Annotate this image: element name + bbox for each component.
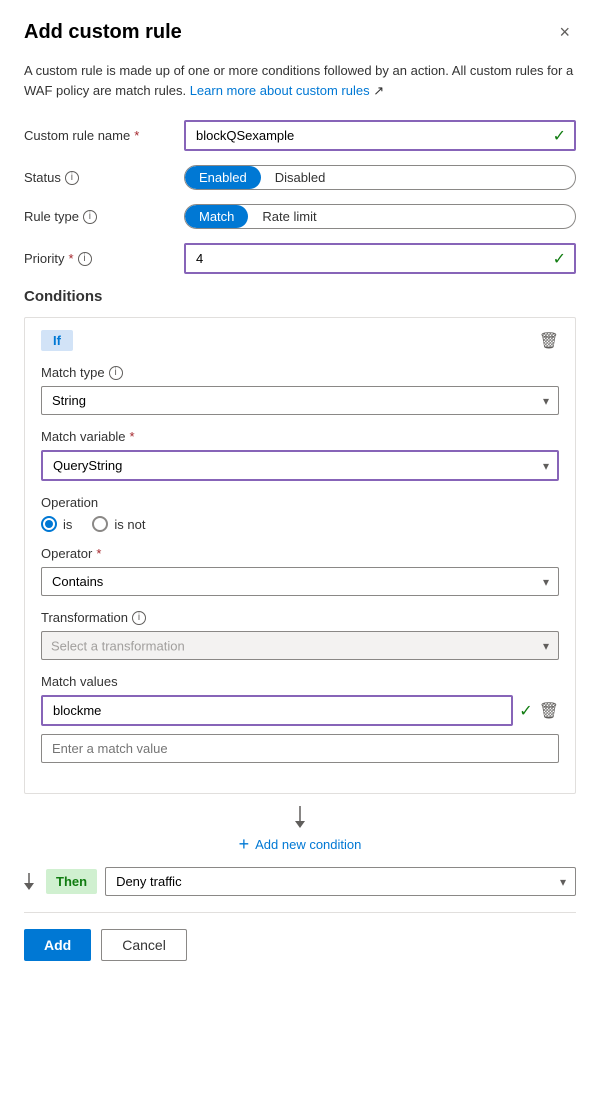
cancel-button[interactable]: Cancel [101, 929, 187, 961]
close-button[interactable]: × [553, 20, 576, 45]
priority-required-star: * [68, 251, 73, 266]
match-value-input-1[interactable] [41, 695, 513, 726]
then-action-dropdown-wrapper: Deny traffic ▾ [105, 867, 576, 896]
transformation-dropdown-wrapper: ▾ Select a transformation [41, 631, 559, 660]
description-text: A custom rule is made up of one or more … [24, 61, 576, 100]
operation-label: Operation [41, 495, 559, 510]
operation-group: Operation is is not [41, 495, 559, 532]
priority-control: ✓ [184, 243, 576, 274]
status-enabled-button[interactable]: Enabled [185, 166, 261, 189]
add-condition-row[interactable]: + Add new condition [24, 806, 576, 855]
transformation-label: Transformation i [41, 610, 559, 625]
add-button[interactable]: Add [24, 929, 91, 961]
match-type-info-icon[interactable]: i [109, 366, 123, 380]
match-type-dropdown[interactable]: String [41, 386, 559, 415]
status-toggle-group: Enabled Disabled [184, 165, 576, 190]
status-control: Enabled Disabled [184, 165, 576, 190]
operation-is-option[interactable]: is [41, 516, 72, 532]
custom-rule-name-label: Custom rule name * [24, 128, 184, 143]
priority-check-icon: ✓ [553, 249, 566, 269]
operation-is-not-radio[interactable] [92, 516, 108, 532]
custom-rule-name-control: ✓ [184, 120, 576, 151]
match-variable-dropdown[interactable]: QueryString [41, 450, 559, 481]
then-action-dropdown[interactable]: Deny traffic [105, 867, 576, 896]
status-info-icon[interactable]: i [65, 171, 79, 185]
add-condition-plus-icon: + [239, 834, 250, 855]
match-value-check-icon: ✓ [519, 701, 532, 721]
rule-type-toggle-group: Match Rate limit [184, 204, 576, 229]
condition-header: If 🗑 [41, 330, 559, 351]
match-value-row-placeholder [41, 734, 559, 763]
transformation-info-icon[interactable]: i [132, 611, 146, 625]
rule-type-match-button[interactable]: Match [185, 205, 248, 228]
priority-info-icon[interactable]: i [78, 252, 92, 266]
operator-label: Operator * [41, 546, 559, 561]
rule-type-rate-limit-button[interactable]: Rate limit [248, 205, 330, 228]
match-values-label: Match values [41, 674, 559, 689]
priority-label: Priority * i [24, 251, 184, 266]
dialog-header: Add custom rule × [24, 20, 576, 45]
learn-more-link[interactable]: Learn more about custom rules [190, 83, 370, 98]
rule-type-row: Rule type i Match Rate limit [24, 204, 576, 229]
match-variable-dropdown-wrapper: QueryString ▾ [41, 450, 559, 481]
status-label: Status i [24, 170, 184, 185]
custom-rule-name-input[interactable] [184, 120, 576, 151]
required-star: * [134, 128, 139, 143]
operation-radio-group: is is not [41, 516, 559, 532]
operation-is-radio[interactable] [41, 516, 57, 532]
down-arrow-icon [295, 806, 305, 830]
status-disabled-button[interactable]: Disabled [261, 166, 340, 189]
match-type-label: Match type i [41, 365, 559, 380]
transformation-group: Transformation i ▾ Select a transformati… [41, 610, 559, 660]
if-badge: If [41, 330, 73, 351]
operation-is-not-option[interactable]: is not [92, 516, 145, 532]
operation-is-radio-inner [45, 520, 53, 528]
operator-group: Operator * Contains ▾ [41, 546, 559, 596]
transformation-dropdown[interactable] [41, 631, 559, 660]
match-value-delete-icon[interactable]: 🗑 [539, 701, 559, 721]
rule-type-label: Rule type i [24, 209, 184, 224]
priority-row: Priority * i ✓ [24, 243, 576, 274]
then-arrow-area [24, 873, 34, 891]
add-condition-arrow [295, 806, 305, 830]
match-values-group: Match values ✓ 🗑 [41, 674, 559, 763]
then-badge: Then [46, 869, 97, 894]
conditions-section-label: Conditions [24, 288, 576, 305]
condition-delete-icon[interactable]: 🗑 [539, 331, 559, 351]
operator-dropdown-wrapper: Contains ▾ [41, 567, 559, 596]
operator-dropdown[interactable]: Contains [41, 567, 559, 596]
dialog-footer: Add Cancel [24, 912, 576, 977]
priority-input[interactable] [184, 243, 576, 274]
match-value-placeholder-input[interactable] [41, 734, 559, 763]
match-type-group: Match type i String ▾ [41, 365, 559, 415]
rule-type-info-icon[interactable]: i [83, 210, 97, 224]
add-custom-rule-dialog: Add custom rule × A custom rule is made … [0, 0, 600, 1093]
match-variable-label: Match variable * [41, 429, 559, 444]
then-arrow-icon [24, 873, 34, 891]
match-value-row-1: ✓ 🗑 [41, 695, 559, 726]
name-check-icon: ✓ [553, 126, 566, 146]
then-row: Then Deny traffic ▾ [24, 867, 576, 896]
match-variable-group: Match variable * QueryString ▾ [41, 429, 559, 481]
rule-type-control: Match Rate limit [184, 204, 576, 229]
dialog-title: Add custom rule [24, 21, 182, 44]
add-condition-button[interactable]: + Add new condition [239, 834, 362, 855]
match-type-dropdown-wrapper: String ▾ [41, 386, 559, 415]
status-row: Status i Enabled Disabled [24, 165, 576, 190]
condition-box: If 🗑 Match type i String ▾ Match variabl… [24, 317, 576, 794]
custom-rule-name-row: Custom rule name * ✓ [24, 120, 576, 151]
